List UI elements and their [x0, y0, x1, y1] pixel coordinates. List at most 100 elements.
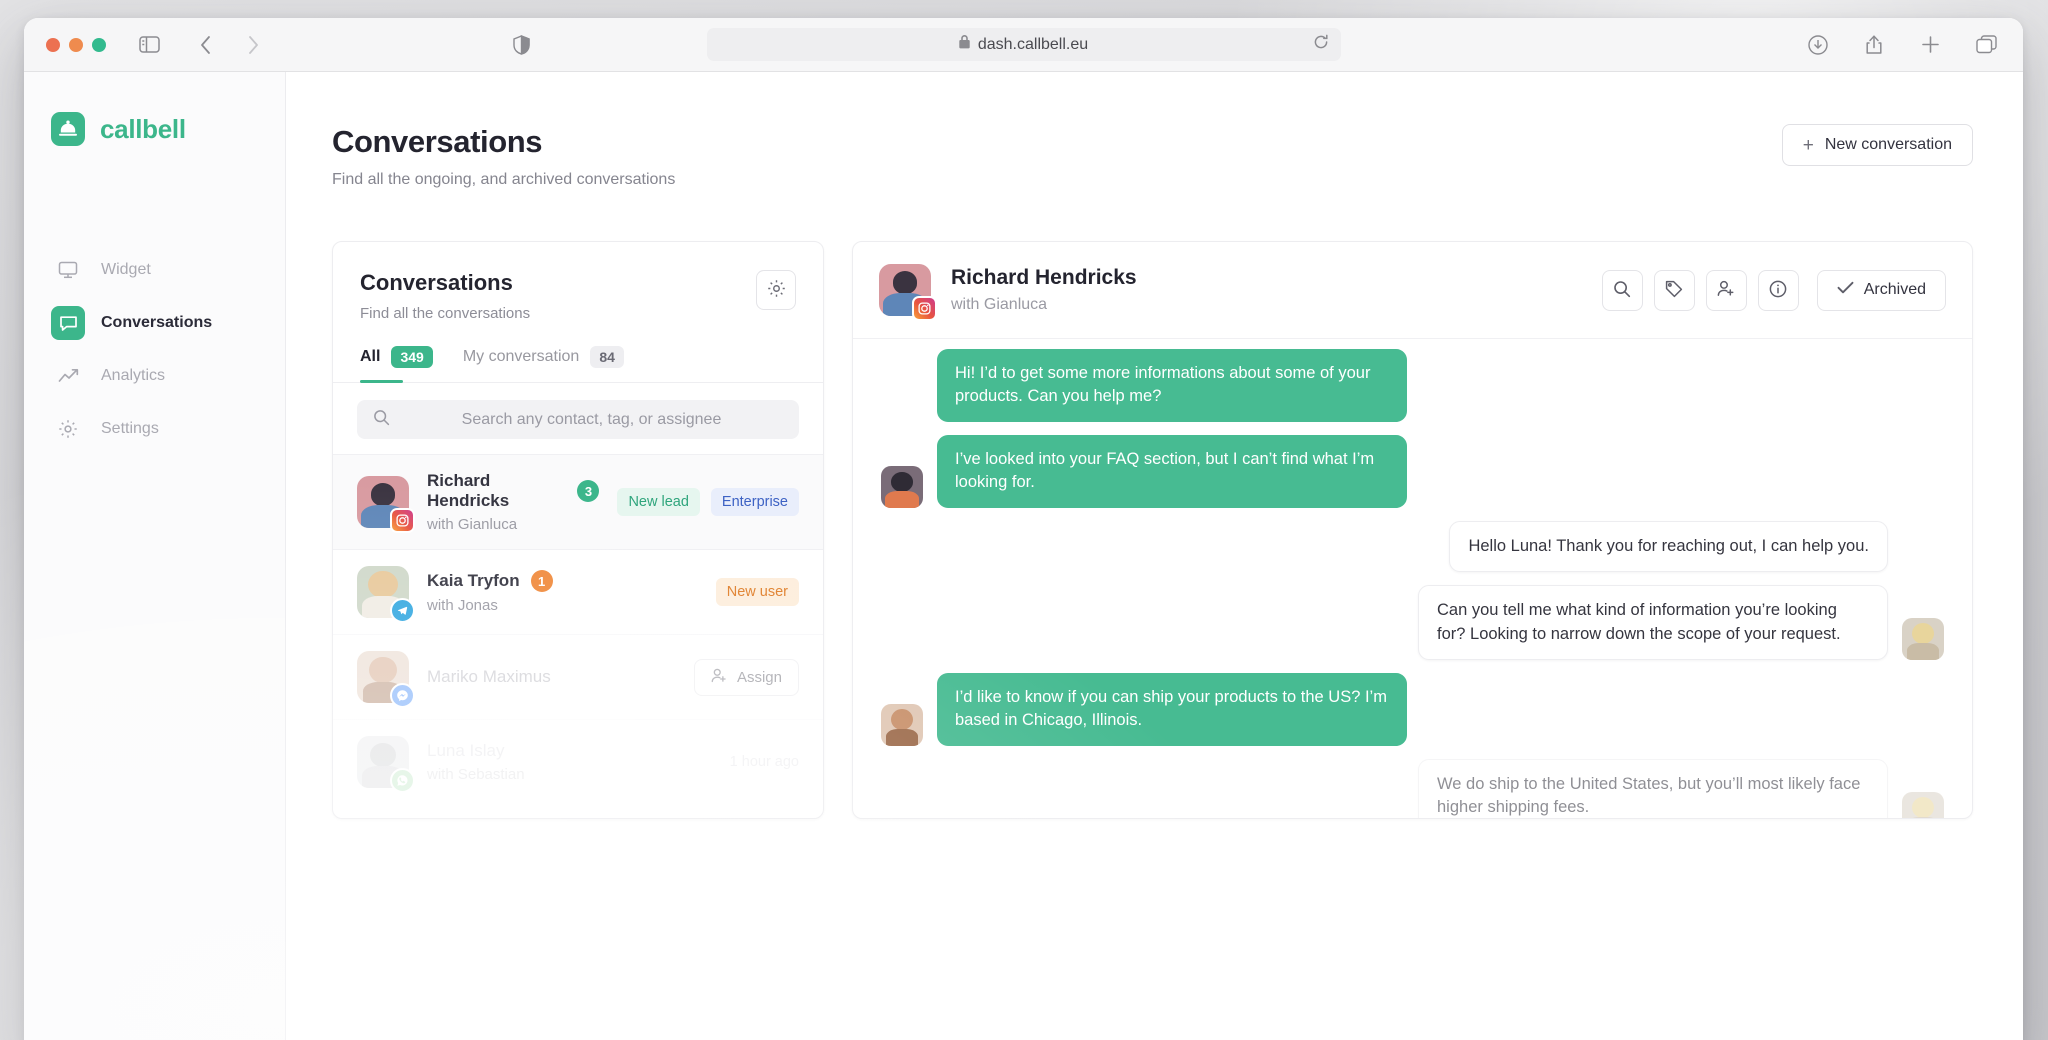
chat-assign-button[interactable] — [1706, 270, 1747, 311]
conversation-tags: New lead Enterprise — [617, 488, 799, 516]
url-text: dash.callbell.eu — [978, 36, 1088, 54]
assignee-label: with Gianluca — [427, 516, 599, 533]
list-settings-button[interactable] — [756, 270, 796, 310]
maximize-window-button[interactable] — [92, 38, 106, 52]
brand-logo[interactable]: callbell — [24, 112, 285, 146]
chat-search-button[interactable] — [1602, 270, 1643, 311]
chat-contact-info: Richard Hendricks with Gianluca — [951, 266, 1582, 314]
tab-my-conversation[interactable]: My conversation 84 — [463, 346, 624, 382]
monitor-icon — [51, 253, 85, 287]
list-panel-title: Conversations — [360, 270, 530, 296]
message-bubble-incoming: I’ve looked into your FAQ section, but I… — [937, 435, 1407, 508]
message-bubble-outgoing: We do ship to the United States, but you… — [1418, 759, 1888, 818]
toolbar-right-actions — [1803, 30, 2001, 60]
tag-icon — [1665, 280, 1683, 301]
conversation-row-luna-islay[interactable]: Luna Islay with Sebastian 1 hour ago — [333, 719, 823, 804]
sidebar-item-widget[interactable]: Widget — [46, 250, 263, 290]
timestamp: 1 hour ago — [730, 754, 799, 770]
desktop-background: dash.callbell.eu — [0, 0, 2048, 1040]
conversation-row-mariko-maximus[interactable]: Mariko Maximus Assign — [333, 634, 823, 719]
sidebar-item-conversations[interactable]: Conversations — [46, 303, 263, 343]
page-title: Conversations — [332, 124, 675, 160]
conversation-row-richard-hendricks[interactable]: Richard Hendricks 3 with Gianluca New le… — [333, 454, 823, 549]
sidebar-item-label: Settings — [101, 420, 159, 438]
conversation-info: Kaia Tryfon 1 with Jonas — [427, 570, 698, 614]
chat-bubble-icon — [51, 306, 85, 340]
sidebar-item-analytics[interactable]: Analytics — [46, 356, 263, 396]
assignee-label: with Sebastian — [427, 766, 712, 783]
message-row: We do ship to the United States, but you… — [881, 759, 1944, 818]
assign-user-icon — [1717, 280, 1736, 300]
telegram-icon — [390, 598, 415, 623]
share-icon[interactable] — [1859, 30, 1889, 60]
browser-toolbar: dash.callbell.eu — [24, 18, 2023, 72]
new-conversation-button[interactable]: + New conversation — [1782, 124, 1973, 166]
page-header-text: Conversations Find all the ongoing, and … — [332, 124, 675, 189]
contact-name: Luna Islay — [427, 741, 505, 761]
avatar — [357, 651, 409, 703]
avatar — [357, 736, 409, 788]
app-sidebar: callbell Widget Conversations — [24, 72, 286, 1040]
tab-all[interactable]: All 349 — [360, 346, 433, 382]
conversation-row-kaia-tryfon[interactable]: Kaia Tryfon 1 with Jonas New user — [333, 549, 823, 634]
search-area: Search any contact, tag, or assignee — [333, 383, 823, 454]
address-bar[interactable]: dash.callbell.eu — [707, 28, 1341, 61]
search-icon — [373, 409, 390, 431]
close-window-button[interactable] — [46, 38, 60, 52]
minimize-window-button[interactable] — [69, 38, 83, 52]
search-icon — [1613, 280, 1631, 301]
assignee-label: with Jonas — [427, 597, 698, 614]
avatar — [1902, 792, 1944, 818]
gear-icon — [767, 279, 786, 301]
page-header: Conversations Find all the ongoing, and … — [332, 124, 2023, 189]
conversation-actions: Assign — [694, 659, 799, 696]
sidebar-nav: Widget Conversations Analytics — [24, 250, 285, 449]
panels-row: Conversations Find all the conversations — [332, 241, 2023, 819]
back-button[interactable] — [190, 30, 220, 60]
search-input[interactable]: Search any contact, tag, or assignee — [357, 400, 799, 439]
lock-icon — [959, 35, 970, 54]
list-panel-subtitle: Find all the conversations — [360, 305, 530, 322]
sidebar-toggle-icon[interactable] — [134, 30, 164, 60]
contact-name: Kaia Tryfon — [427, 571, 520, 591]
conversation-info: Luna Islay with Sebastian — [427, 741, 712, 783]
tag-new-user[interactable]: New user — [716, 578, 799, 606]
chat-assignee: with Gianluca — [951, 296, 1582, 314]
message-row: Hello Luna! Thank you for reaching out, … — [881, 521, 1944, 572]
instagram-icon — [912, 296, 937, 321]
sidebar-item-settings[interactable]: Settings — [46, 409, 263, 449]
browser-window: dash.callbell.eu — [24, 18, 2023, 1040]
navigation-arrows[interactable] — [190, 30, 268, 60]
conversation-info: Mariko Maximus — [427, 667, 676, 687]
service-bell-icon — [51, 112, 85, 146]
main-content: Conversations Find all the ongoing, and … — [286, 72, 2023, 1040]
reload-icon[interactable] — [1313, 34, 1329, 55]
archived-button[interactable]: Archived — [1817, 270, 1946, 311]
conversation-tabs: All 349 My conversation 84 — [333, 322, 823, 383]
download-icon[interactable] — [1803, 30, 1833, 60]
avatar — [881, 704, 923, 746]
assign-button[interactable]: Assign — [694, 659, 799, 696]
tab-overview-icon[interactable] — [1971, 30, 2001, 60]
new-conversation-label: New conversation — [1825, 136, 1952, 154]
new-tab-icon[interactable] — [1915, 30, 1945, 60]
forward-button[interactable] — [238, 30, 268, 60]
conversation-tags: New user — [716, 578, 799, 606]
tag-enterprise[interactable]: Enterprise — [711, 488, 799, 516]
tab-all-label: All — [360, 348, 380, 366]
window-controls[interactable] — [46, 38, 106, 52]
tag-new-lead[interactable]: New lead — [617, 488, 699, 516]
chat-tag-button[interactable] — [1654, 270, 1695, 311]
gear-icon — [51, 412, 85, 446]
chat-info-button[interactable] — [1758, 270, 1799, 311]
trending-up-icon — [51, 359, 85, 393]
messenger-icon — [390, 683, 415, 708]
chat-panel: Richard Hendricks with Gianluca — [852, 241, 1973, 819]
privacy-shield-icon[interactable] — [506, 30, 536, 60]
unread-count-badge: 3 — [577, 480, 599, 502]
assign-button-label: Assign — [737, 669, 782, 686]
plus-icon: + — [1803, 136, 1814, 155]
message-row: Can you tell me what kind of information… — [881, 585, 1944, 660]
sidebar-item-label: Conversations — [101, 314, 212, 332]
conversation-meta: 1 hour ago — [730, 754, 799, 770]
